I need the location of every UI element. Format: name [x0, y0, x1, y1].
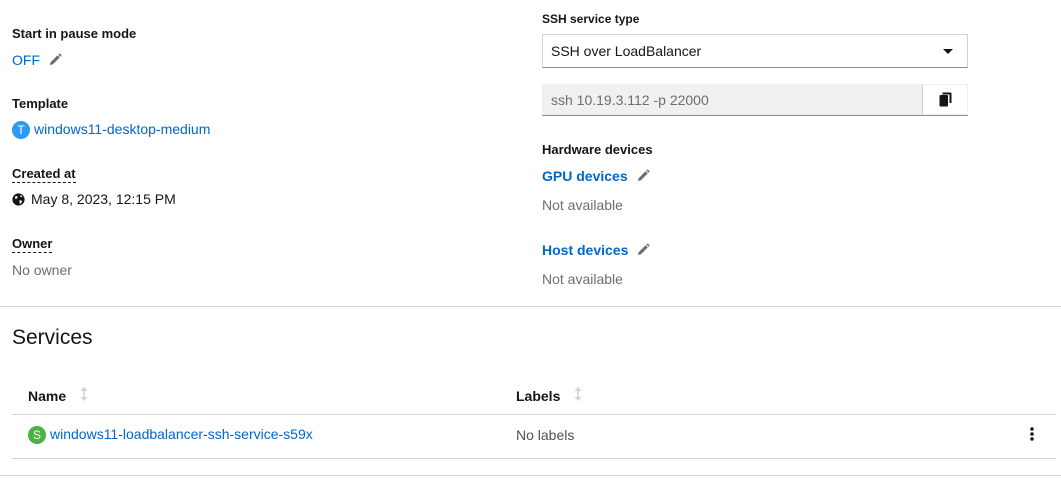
owner-label[interactable]: Owner — [12, 236, 53, 253]
section-divider — [0, 306, 1061, 307]
owner-value: No owner — [12, 262, 72, 278]
sort-icon[interactable] — [574, 387, 582, 404]
column-name-label: Name — [28, 387, 67, 404]
created-at-label[interactable]: Created at — [12, 166, 76, 183]
copy-icon — [939, 92, 952, 107]
pause-mode-label: Start in pause mode — [12, 26, 137, 41]
created-at-text: May 8, 2023, 12:15 PM — [31, 191, 176, 207]
column-header-name[interactable]: Name — [28, 387, 88, 404]
sort-icon[interactable] — [80, 387, 88, 404]
host-devices-link[interactable]: Host devices — [542, 242, 628, 258]
column-header-labels[interactable]: Labels — [516, 387, 582, 404]
service-labels-cell: No labels — [516, 427, 575, 443]
template-value[interactable]: Twindows11-desktop-medium — [12, 121, 210, 140]
table-row: Swindows11-loadbalancer-ssh-service-s59x… — [12, 415, 1056, 459]
pencil-icon[interactable] — [636, 169, 650, 186]
ssh-type-select[interactable]: SSH over LoadBalancer — [542, 34, 968, 68]
column-labels-label: Labels — [516, 387, 561, 404]
services-title: Services — [12, 326, 93, 349]
pencil-icon[interactable] — [48, 53, 62, 70]
template-link[interactable]: windows11-desktop-medium — [34, 121, 210, 137]
gpu-devices-link[interactable]: GPU devices — [542, 168, 628, 184]
pause-mode-link[interactable]: OFF — [12, 52, 40, 68]
service-name-link[interactable]: windows11-loadbalancer-ssh-service-s59x — [50, 426, 313, 442]
gpu-devices-value: Not available — [542, 197, 623, 213]
ssh-type-label: SSH service type — [542, 12, 640, 26]
pause-mode-value[interactable]: OFF — [12, 52, 62, 70]
created-at-value: May 8, 2023, 12:15 PM — [12, 191, 176, 207]
caret-down-icon — [943, 48, 953, 54]
host-devices-value: Not available — [542, 271, 623, 287]
template-label: Template — [12, 96, 69, 111]
ssh-command-copy: ssh 10.19.3.112 -p 22000 — [542, 84, 968, 116]
service-name-cell[interactable]: Swindows11-loadbalancer-ssh-service-s59x — [28, 426, 313, 445]
pencil-icon[interactable] — [636, 243, 650, 260]
host-devices[interactable]: Host devices — [542, 242, 650, 260]
kebab-icon[interactable] — [1030, 426, 1034, 445]
ssh-command-field[interactable]: ssh 10.19.3.112 -p 22000 — [542, 84, 922, 115]
gpu-devices[interactable]: GPU devices — [542, 168, 650, 186]
bottom-divider — [0, 475, 1061, 476]
copy-button[interactable] — [922, 84, 968, 115]
service-badge: S — [28, 426, 46, 445]
ssh-type-selected: SSH over LoadBalancer — [551, 43, 702, 59]
template-badge: T — [12, 121, 30, 140]
table-row-divider — [12, 458, 1056, 459]
globe-icon — [12, 192, 25, 206]
hardware-devices-label: Hardware devices — [542, 142, 653, 157]
